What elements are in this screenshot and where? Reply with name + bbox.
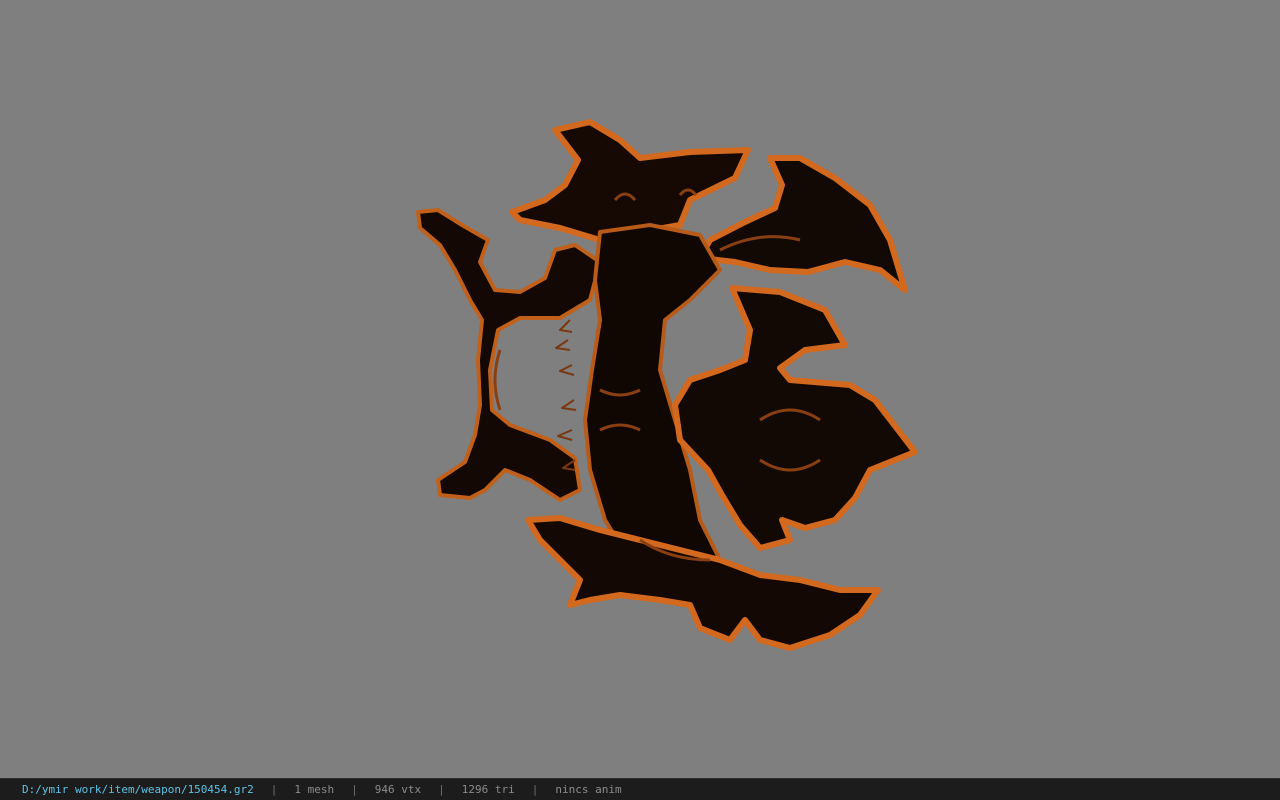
separator: | [351,783,358,796]
status-bar: D:/ymir work/item/weapon/150454.gr2 | 1 … [0,778,1280,800]
mesh-count: 1 mesh [294,783,335,796]
triangle-count: 1296 tri [461,783,515,796]
file-path: D:/ymir work/item/weapon/150454.gr2 [22,783,254,796]
upper-blade [509,119,751,243]
vertex-count: 946 vtx [374,783,422,796]
separator: | [531,783,539,796]
separator: | [270,783,278,796]
separator: | [438,783,445,796]
animation-status: nincs anim [555,783,622,796]
weapon-model[interactable] [0,0,1280,778]
left-arm [416,208,602,502]
weapon-model-icon [416,119,918,651]
3d-viewport[interactable] [0,0,1280,778]
right-disc-blade [672,285,918,551]
